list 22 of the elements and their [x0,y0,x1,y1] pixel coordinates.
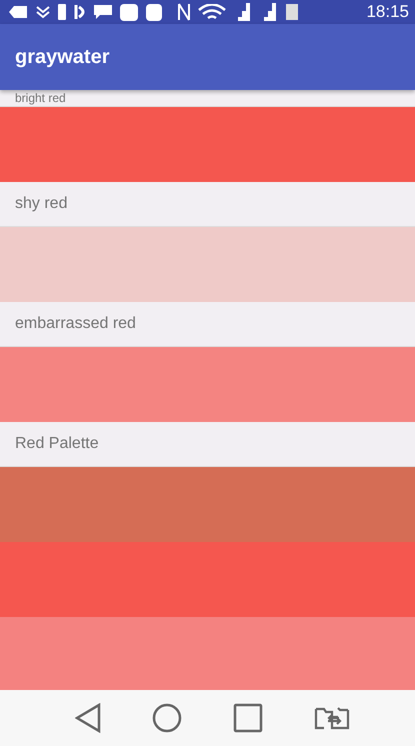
color-swatch[interactable] [0,107,415,182]
status-time: 18:15 [366,2,409,22]
color-swatch[interactable] [0,227,415,302]
wifi-icon [198,4,226,20]
home-icon[interactable] [152,703,182,733]
section-title: shy red [15,195,68,213]
recents-icon[interactable] [232,703,263,733]
app-title: graywater [15,46,110,68]
message-icon [94,4,112,20]
color-swatch[interactable] [0,542,415,617]
chevrons-down-icon [36,5,50,19]
color-swatch[interactable] [0,467,415,542]
rounded-square-icon [120,4,138,20]
color-swatch[interactable] [0,617,415,692]
rounded-square-icon [146,4,162,20]
label-icon [8,5,28,19]
section-title: embarrassed red [15,315,136,333]
color-swatch[interactable] [0,347,415,422]
back-icon[interactable] [75,703,102,733]
section-title: bright red [15,91,66,105]
switch-windows-icon[interactable] [314,705,350,731]
section-title: Red Palette [15,435,99,453]
